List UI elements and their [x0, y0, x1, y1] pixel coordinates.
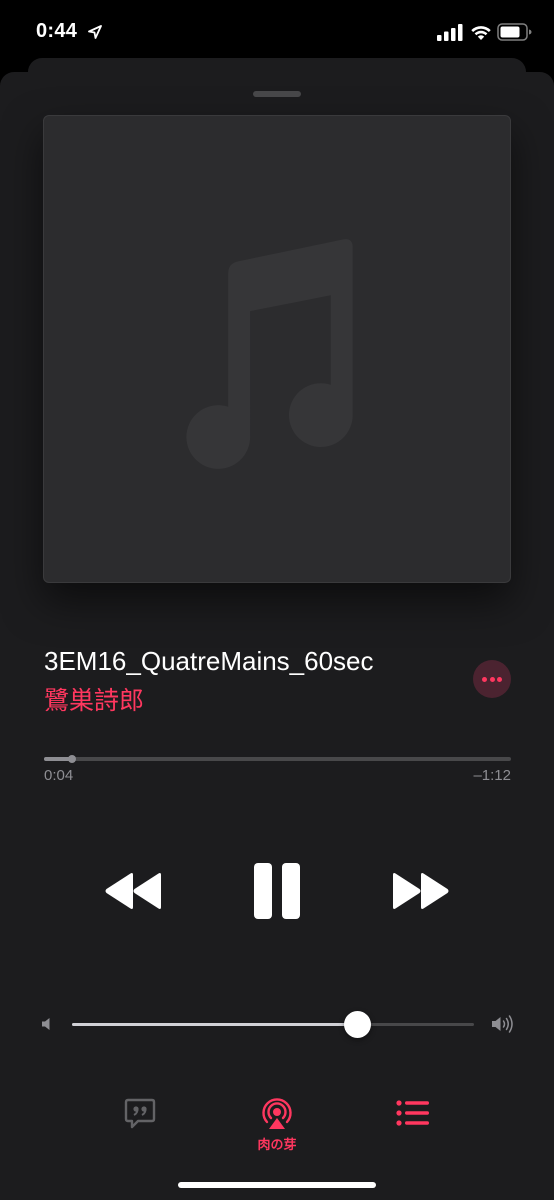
- airplay-button[interactable]: 肉の芽: [243, 1094, 311, 1154]
- song-artist[interactable]: 鷺巣詩郎: [44, 681, 144, 717]
- music-note-icon: [186, 239, 353, 469]
- progress-scrubber[interactable]: [44, 755, 511, 763]
- up-next-list-icon: [396, 1100, 429, 1126]
- remaining-time: –1:12: [473, 767, 511, 784]
- wifi-icon: [471, 26, 491, 40]
- volume-fill: [72, 1023, 358, 1026]
- sheet-grabber[interactable]: [253, 91, 301, 97]
- song-title: 3EM16_QuatreMains_60sec: [44, 646, 374, 676]
- up-next-queue-button[interactable]: [396, 1099, 430, 1127]
- battery-icon: [497, 23, 532, 41]
- rewind-button[interactable]: [104, 872, 162, 910]
- airplay-device-label: 肉の芽: [257, 1137, 297, 1152]
- signal-icon: [437, 24, 463, 41]
- album-artwork: [43, 115, 511, 583]
- location-arrow-icon: [88, 25, 102, 39]
- speaker-low-icon: [42, 1018, 50, 1030]
- speaker-high-icon: [492, 1015, 513, 1033]
- pause-button[interactable]: [252, 863, 302, 919]
- progress-knob[interactable]: [68, 755, 77, 763]
- rewind-icon: [105, 873, 161, 909]
- status-bar: 0:44: [0, 0, 554, 60]
- home-indicator[interactable]: [178, 1182, 376, 1188]
- volume-slider[interactable]: [72, 1011, 474, 1038]
- airplay-audio-icon: [262, 1098, 292, 1129]
- status-time: 0:44: [36, 20, 78, 42]
- lyrics-button[interactable]: [124, 1097, 156, 1129]
- fast-forward-icon: [393, 873, 449, 909]
- lyrics-quote-icon: [124, 1098, 156, 1129]
- more-options-button[interactable]: [473, 660, 511, 698]
- fast-forward-button[interactable]: [392, 872, 450, 910]
- elapsed-time: 0:04: [44, 767, 74, 784]
